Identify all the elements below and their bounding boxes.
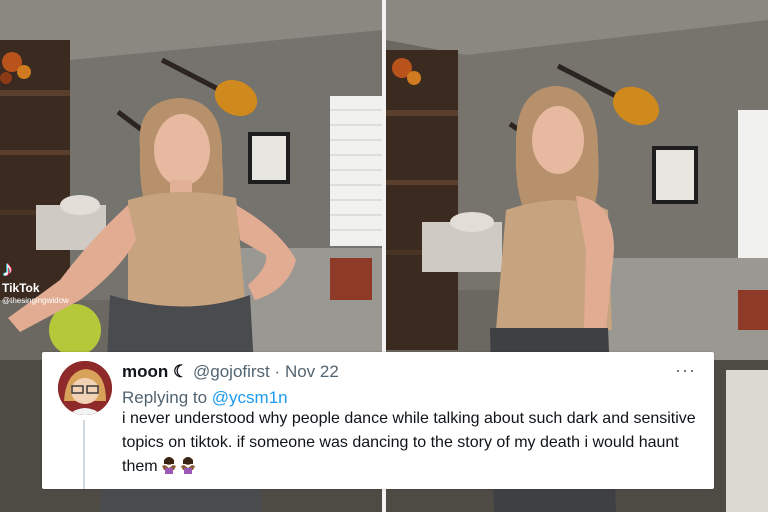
woman-shrugging-icon (180, 457, 195, 474)
tweet-body: i never understood why people dance whil… (122, 407, 710, 479)
header-separator: · (274, 362, 281, 381)
woman-shrugging-icon (161, 457, 176, 474)
replying-to-line: Replying to @ycsm1n (122, 388, 288, 408)
avatar-illustration-icon (58, 361, 112, 415)
replying-prefix: Replying to (122, 388, 212, 407)
window-blinds (738, 110, 768, 260)
display-name[interactable]: moon (122, 362, 168, 381)
avatar[interactable] (58, 361, 112, 415)
thread-line (83, 420, 85, 489)
replying-to-link[interactable]: @ycsm1n (212, 388, 288, 407)
tweet-header: moon ☾ @gojofirst · Nov 22 (122, 362, 339, 382)
moon-icon: ☾ (173, 362, 189, 381)
tiktok-brand-label: TikTok (2, 281, 40, 295)
tweet-date[interactable]: Nov 22 (285, 362, 339, 381)
tiktok-handle-label: @thesingingwidow (2, 296, 69, 305)
tweet-card[interactable]: moon ☾ @gojofirst · Nov 22 ··· Replying … (42, 352, 714, 489)
tweet-text: i never understood why people dance whil… (122, 410, 696, 475)
tiktok-logo-icon: ♪ (2, 256, 13, 281)
user-handle[interactable]: @gojofirst (193, 362, 270, 381)
more-options-icon[interactable]: ··· (675, 360, 696, 381)
window-blinds (330, 96, 382, 246)
tiktok-watermark: ♪ TikTok @thesingingwidow (2, 256, 69, 306)
